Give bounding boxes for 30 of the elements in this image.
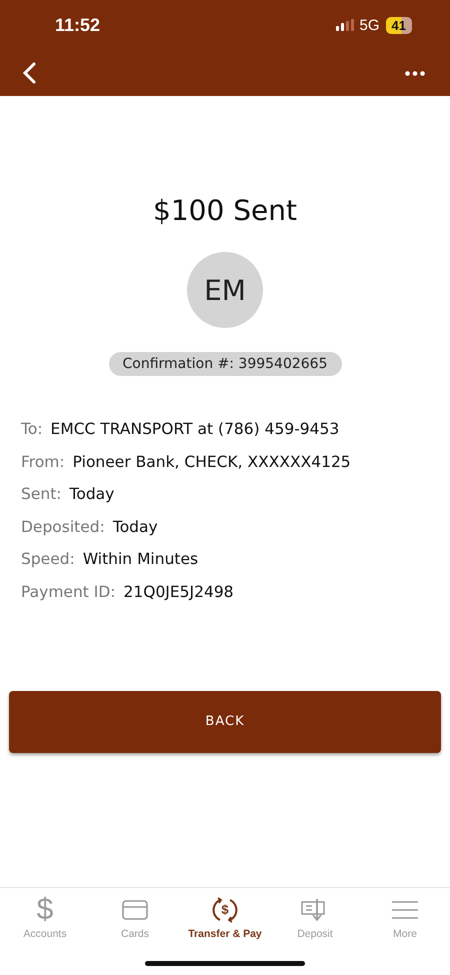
detail-label: To: — [21, 420, 43, 438]
more-options-icon[interactable] — [405, 70, 425, 76]
back-icon[interactable] — [22, 62, 36, 84]
detail-value: Pioneer Bank, CHECK, XXXXXX4125 — [72, 452, 351, 470]
network-label: 5G — [360, 16, 380, 34]
detail-value: 21Q0JE5J2498 — [124, 582, 234, 600]
signal-icon — [336, 19, 354, 31]
detail-label: Sent: — [21, 485, 62, 503]
tab-item[interactable]: Deposit — [270, 888, 360, 940]
tab-item[interactable]: $ Transfer & Pay — [180, 888, 270, 940]
detail-value: Today — [112, 518, 158, 536]
tab-item[interactable]: Cards — [90, 888, 180, 940]
tab-item[interactable]: $ Accounts — [0, 888, 90, 940]
detail-value: Today — [70, 485, 114, 503]
tab-item[interactable]: More — [360, 888, 450, 940]
detail-label: From: — [21, 452, 65, 470]
detail-value: Within Minutes — [82, 550, 198, 568]
recipient-avatar: EM — [187, 252, 263, 328]
detail-label: Speed: — [21, 550, 75, 568]
detail-label: Deposited: — [21, 518, 105, 536]
confirmation-badge: Confirmation #: 3995402665 — [108, 352, 342, 376]
battery-indicator: 41 — [386, 16, 412, 34]
detail-label: Payment ID: — [21, 582, 116, 600]
back-button[interactable]: BACK — [9, 690, 441, 752]
dollar-icon: $ — [36, 894, 54, 926]
menu-icon — [391, 900, 419, 920]
detail-value: EMCC TRANSPORT at (786) 459-9453 — [50, 420, 340, 438]
status-time: 11:52 — [55, 14, 100, 36]
payment-title: $100 Sent — [152, 194, 298, 227]
card-icon — [122, 900, 148, 920]
